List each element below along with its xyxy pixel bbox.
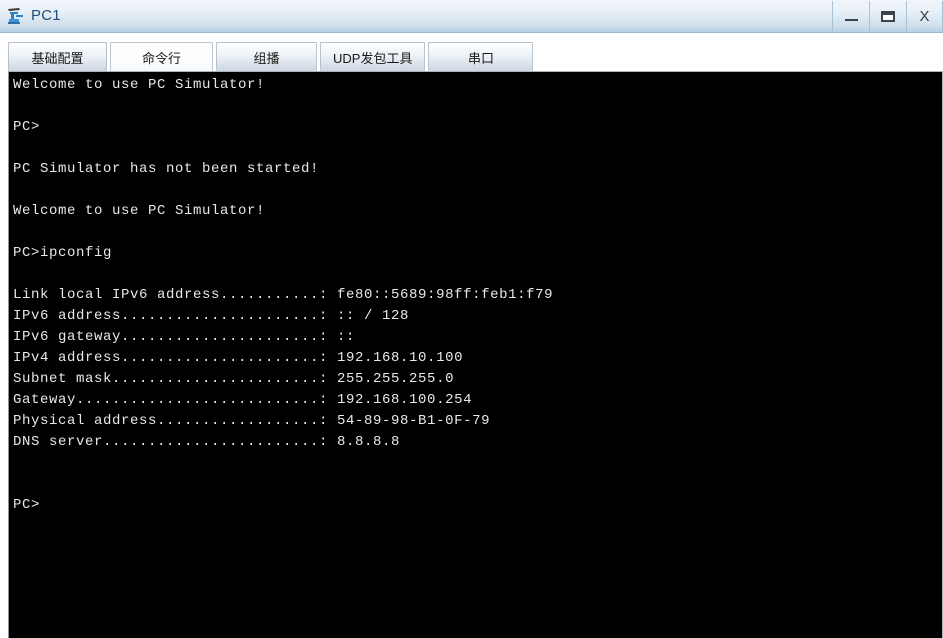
terminal-line: Gateway...........................: 192.… xyxy=(13,392,473,408)
tab-udp-packet-tool[interactable]: UDP发包工具 xyxy=(320,42,426,71)
tab-strip: 基础配置 命令行 组播 UDP发包工具 串口 xyxy=(0,33,943,71)
terminal-line: Link local IPv6 address...........: fe80… xyxy=(13,287,554,303)
terminal-line: Welcome to use PC Simulator! xyxy=(13,77,266,93)
maximize-button[interactable] xyxy=(869,0,906,32)
title-bar: PC1 X xyxy=(0,0,943,33)
close-button[interactable]: X xyxy=(906,0,943,32)
terminal-line: Subnet mask.......................: 255.… xyxy=(13,371,455,387)
pc-device-icon xyxy=(6,6,26,26)
minimize-button[interactable] xyxy=(832,0,869,32)
maximize-icon xyxy=(881,10,895,22)
terminal-line: DNS server........................: 8.8.… xyxy=(13,434,401,450)
terminal-line: PC> xyxy=(13,119,41,135)
terminal-line: Welcome to use PC Simulator! xyxy=(13,203,266,219)
terminal-line: PC> xyxy=(13,497,41,513)
window-title: PC1 xyxy=(31,7,61,24)
tab-multicast[interactable]: 组播 xyxy=(216,42,317,71)
terminal-line: Physical address..................: 54-8… xyxy=(13,413,491,429)
terminal-console[interactable]: Welcome to use PC Simulator! PC> PC Simu… xyxy=(8,71,943,638)
terminal-line: IPv6 address......................: :: /… xyxy=(13,308,410,324)
window-controls: X xyxy=(832,0,943,32)
terminal-line: PC>ipconfig xyxy=(13,245,113,261)
pc-simulator-window: PC1 X 基础配置 命令行 组播 UDP发包工具 串口 Welcome to … xyxy=(0,0,943,638)
tab-basic-config[interactable]: 基础配置 xyxy=(8,42,107,71)
terminal-area: Welcome to use PC Simulator! PC> PC Simu… xyxy=(0,71,943,638)
tab-serial-port[interactable]: 串口 xyxy=(428,42,534,71)
terminal-line: IPv6 gateway......................: :: xyxy=(13,329,356,345)
terminal-line: IPv4 address......................: 192.… xyxy=(13,350,464,366)
terminal-line: PC Simulator has not been started! xyxy=(13,161,320,177)
tab-command-line[interactable]: 命令行 xyxy=(110,42,213,71)
minimize-icon xyxy=(844,19,858,21)
close-icon: X xyxy=(919,7,930,25)
